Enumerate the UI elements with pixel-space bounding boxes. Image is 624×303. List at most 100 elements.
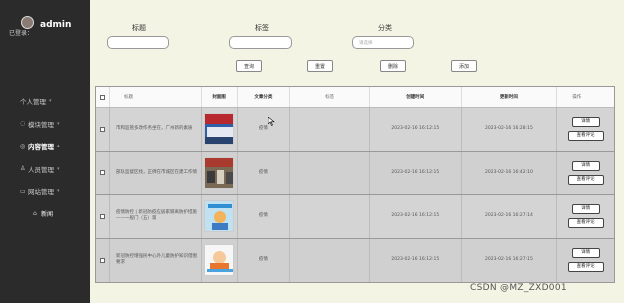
row-checkbox[interactable]	[99, 213, 105, 219]
row-tag	[290, 108, 370, 151]
row-created: 2023-02-16 16:12:15	[370, 195, 462, 238]
cover-image	[204, 200, 235, 233]
sidebar-item-label: 新闻	[41, 211, 54, 219]
row-title[interactable]: 新冠防控增强民中心外儿童防护知识借图要求	[110, 238, 202, 282]
row-tag	[290, 238, 370, 282]
cover-image	[204, 156, 235, 189]
sidebar-item-label: 模块管理	[28, 120, 54, 129]
detail-button[interactable]: 详情	[571, 160, 600, 171]
sidebar-item-module[interactable]: ◌ 模块管理 ▾	[0, 113, 90, 136]
row-category: 疫情	[238, 151, 291, 194]
row-category: 疫情	[238, 238, 291, 282]
row-cover-cell	[202, 151, 238, 194]
row-checkbox[interactable]	[99, 126, 105, 132]
col-category[interactable]: 文章分类	[238, 87, 291, 107]
row-select-cell	[96, 108, 110, 151]
row-title[interactable]: 市和监管多改作务坐在，广州新的素质	[110, 108, 202, 151]
detail-button[interactable]: 详情	[571, 248, 600, 259]
row-select-cell	[96, 195, 110, 238]
row-updated: 2023-02-16 16:27:15	[462, 238, 558, 282]
col-cover: 封面图	[202, 87, 238, 107]
table-row: 疫情防控 | 新冠防疫应居家隔离防护措施——一般门（五）第 疫情 2023-02…	[96, 195, 614, 239]
search-button[interactable]: 查询	[236, 60, 262, 72]
username: admin	[40, 20, 72, 30]
row-checkbox[interactable]	[99, 170, 105, 176]
row-select-cell	[96, 151, 110, 194]
sidebar-subitem-news[interactable]: ⌂ 新闻	[0, 203, 90, 226]
row-created: 2023-02-16 16:12:15	[370, 151, 462, 194]
chevron-down-icon: ▾	[49, 98, 52, 105]
mouse-cursor-icon	[268, 117, 275, 126]
sidebar-item-label: 内容管理	[28, 143, 54, 152]
row-checkbox[interactable]	[99, 257, 105, 263]
category-select[interactable]: 请选择	[352, 36, 414, 49]
sidebar-menu: 个人管理 ▾ ◌ 模块管理 ▾ ◎ 内容管理 ▴ ♙ 人员管理 ▾ ▭ 网站管理 ▾ ⌂ 新闻	[0, 90, 90, 225]
add-button[interactable]: 添加	[451, 60, 477, 72]
tag-input[interactable]	[229, 36, 292, 49]
cover-image	[204, 244, 235, 277]
detail-button[interactable]: 详情	[571, 204, 600, 215]
chevron-down-icon: ▾	[57, 188, 60, 195]
table-row: 市和监管多改作务坐在，广州新的素质 疫情 2023-02-16 16:12:15…	[96, 108, 614, 152]
row-title[interactable]: 疫情防控 | 新冠防疫应居家隔离防护措施——一般门（五）第	[110, 195, 202, 238]
chevron-down-icon: ▾	[57, 165, 60, 172]
row-category: 疫情	[238, 195, 291, 238]
content-icon: ◎	[20, 142, 26, 150]
sidebar-header: admin 已登录：	[0, 0, 90, 44]
sidebar-item-personal[interactable]: 个人管理 ▾	[0, 90, 90, 113]
module-icon: ◌	[20, 120, 26, 128]
row-created: 2023-02-16 16:12:15	[370, 238, 462, 282]
site-icon: ▭	[20, 187, 26, 195]
view-comments-button[interactable]: 查看评论	[567, 262, 604, 273]
logged-in-label: 已登录：	[9, 30, 34, 37]
view-comments-button[interactable]: 查看评论	[567, 218, 604, 229]
tag-filter-label: 标签	[255, 24, 269, 32]
row-created: 2023-02-16 16:12:15	[370, 108, 462, 151]
row-tag	[290, 151, 370, 194]
home-icon: ⌂	[33, 210, 37, 218]
chevron-up-icon: ▴	[57, 143, 60, 150]
category-filter-label: 分类	[378, 24, 392, 32]
view-comments-button[interactable]: 查看评论	[567, 174, 604, 185]
row-actions: 详情 查看评论	[557, 239, 614, 283]
table-row: 新冠防控增强民中心外儿童防护知识借图要求 疫情 2023-02-16 16:12…	[96, 238, 614, 283]
row-actions: 详情 查看评论	[557, 195, 614, 238]
col-updated[interactable]: 更新时间	[462, 87, 558, 107]
title-filter-label: 标题	[132, 24, 146, 32]
sidebar-item-content[interactable]: ◎ 内容管理 ▴	[0, 135, 90, 158]
row-actions: 详情 查看评论	[557, 152, 614, 195]
row-updated: 2023-02-16 16:42:10	[462, 151, 558, 194]
col-title[interactable]: 标题	[110, 87, 202, 107]
watermark: CSDN @MZ_ZXD001	[470, 283, 567, 293]
people-icon: ♙	[20, 165, 26, 173]
row-cover-cell	[202, 238, 238, 282]
col-actions: 操作	[572, 95, 582, 100]
view-comments-button[interactable]: 查看评论	[567, 131, 604, 142]
delete-button[interactable]: 删除	[380, 60, 406, 72]
detail-button[interactable]: 详情	[571, 117, 600, 128]
sidebar-item-label: 人员管理	[28, 165, 54, 174]
sidebar-item-site[interactable]: ▭ 网站管理 ▾	[0, 180, 90, 203]
col-tag[interactable]: 标签	[290, 87, 370, 107]
row-updated: 2023-02-16 16:28:15	[462, 108, 558, 151]
row-cover-cell	[202, 195, 238, 238]
sidebar-item-label: 网站管理	[28, 188, 54, 197]
select-all-checkbox[interactable]	[99, 94, 105, 100]
table-header: 标题 封面图 文章分类 标签 创建时间 更新时间 操作	[96, 87, 614, 108]
sidebar: admin 已登录： 个人管理 ▾ ◌ 模块管理 ▾ ◎ 内容管理 ▴ ♙ 人员管理 ▾ ▭ 网…	[0, 0, 90, 303]
row-select-cell	[96, 238, 110, 282]
row-cover-cell	[202, 108, 238, 151]
row-title[interactable]: 部队监督区找，正佛在市城区在建工作情	[110, 151, 202, 194]
sidebar-item-label: 个人管理	[20, 98, 46, 107]
reset-button[interactable]: 重置	[307, 60, 333, 72]
row-actions: 详情 查看评论	[557, 108, 614, 151]
row-category: 疫情	[238, 108, 291, 151]
sidebar-item-people[interactable]: ♙ 人员管理 ▾	[0, 158, 90, 181]
select-all-cell	[96, 87, 110, 107]
col-created[interactable]: 创建时间	[370, 87, 462, 107]
row-tag	[290, 195, 370, 238]
cover-image	[204, 113, 235, 146]
chevron-down-icon: ▾	[57, 120, 60, 127]
content-table: 标题 封面图 文章分类 标签 创建时间 更新时间 操作 市和监管多改作务坐在，广…	[95, 86, 615, 283]
title-input[interactable]	[107, 36, 169, 49]
